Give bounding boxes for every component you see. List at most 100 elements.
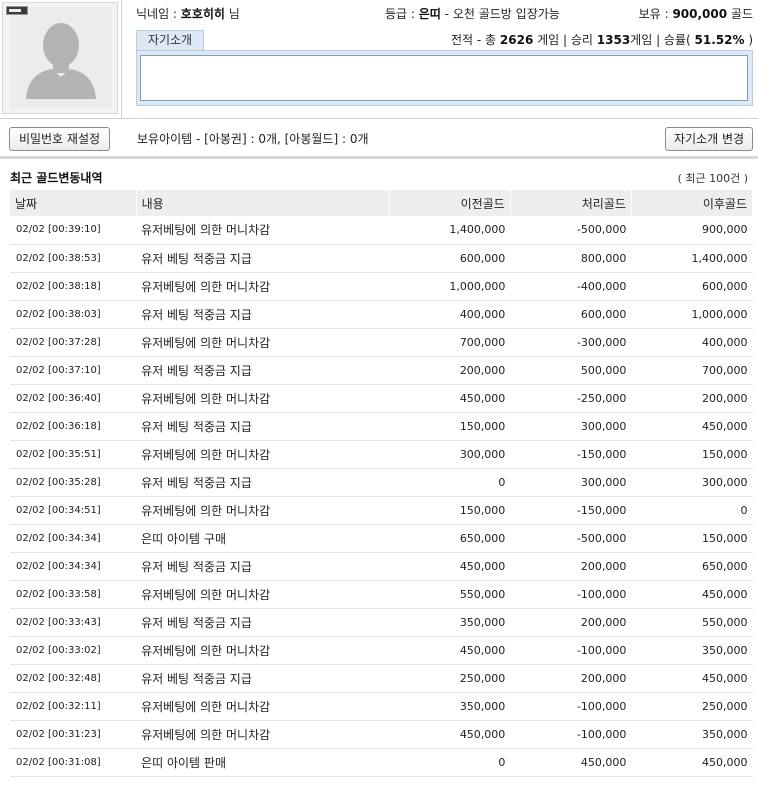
cell-change-gold: -300,000 — [510, 328, 632, 357]
record-total: 2626 — [499, 33, 534, 47]
table-row: 02/02 [00:31:08] 은띠 아이템 판매 0 450,000 450,000 — [10, 748, 753, 777]
cell-before-gold: 450,000 — [389, 384, 511, 413]
cell-before-gold: 250,000 — [389, 664, 511, 693]
table-row: 02/02 [00:33:43] 유저 베팅 적중금 지급 350,000 200,0… — [10, 608, 753, 637]
column-header-date: 날짜 — [10, 190, 137, 216]
cell-content: 유저 베팅 적중금 지급 — [136, 608, 390, 637]
history-count: ( 최근 100건 ) — [677, 172, 748, 185]
table-row: 02/02 [00:38:18] 유저베팅에 의한 머니차감 1,000,000 -4… — [10, 272, 753, 301]
table-row: 02/02 [00:31:23] 유저베팅에 의한 머니차감 450,000 -100… — [10, 720, 753, 749]
cell-after-gold: 250,000 — [631, 692, 753, 721]
grade-label: 등급 : — [385, 7, 419, 21]
cell-before-gold: 700,000 — [389, 328, 511, 357]
cell-date: 02/02 [00:35:28] — [10, 468, 137, 497]
cell-before-gold: 400,000 — [389, 300, 511, 329]
cell-after-gold: 150,000 — [631, 524, 753, 553]
cell-change-gold: -100,000 — [510, 692, 632, 721]
cell-content: 유저 베팅 적중금 지급 — [136, 356, 390, 385]
cell-before-gold: 600,000 — [389, 244, 511, 273]
cell-change-gold: -500,000 — [510, 524, 632, 553]
table-row: 02/02 [00:34:51] 유저베팅에 의한 머니차감 150,000 -150… — [10, 496, 753, 525]
cell-after-gold: 1,000,000 — [631, 300, 753, 329]
cell-content: 유저베팅에 의한 머니차감 — [136, 216, 390, 245]
cell-after-gold: 650,000 — [631, 552, 753, 581]
cell-before-gold: 0 — [389, 748, 511, 777]
table-row: 02/02 [00:34:34] 유저 베팅 적중금 지급 450,000 200,0… — [10, 552, 753, 581]
record-win-rate: 51.52% — [694, 33, 745, 47]
profile-header: 닉네임 : 호호히히 님 등급 : 은띠 - 오천 골드방 입장가능 보유 : … — [0, 0, 758, 118]
grade-description: - 오천 골드방 입장가능 — [440, 7, 560, 21]
tab-intro[interactable]: 자기소개 — [136, 30, 204, 50]
game-record: 전적 - 총 2626 게임 | 승리 1353게임 | 승률( 51.52% … — [451, 31, 753, 49]
column-header-change-gold: 처리골드 — [510, 190, 632, 216]
change-intro-button[interactable]: 자기소개 변경 — [665, 127, 753, 151]
gold-label: 보유 : — [638, 7, 673, 21]
cell-date: 02/02 [00:31:23] — [10, 720, 137, 749]
cell-date: 02/02 [00:36:18] — [10, 412, 137, 441]
table-body: 02/02 [00:39:10] 유저베팅에 의한 머니차감 1,400,000 -5… — [10, 216, 753, 777]
cell-change-gold: 450,000 — [510, 748, 632, 777]
cell-content: 은띠 아이템 구매 — [136, 524, 390, 553]
table-row: 02/02 [00:33:58] 유저베팅에 의한 머니차감 550,000 -100… — [10, 580, 753, 609]
cell-after-gold: 600,000 — [631, 272, 753, 301]
cell-before-gold: 350,000 — [389, 608, 511, 637]
gold-value: 900,000 — [672, 7, 728, 21]
cell-content: 유저베팅에 의한 머니차감 — [136, 636, 390, 665]
cell-change-gold: 200,000 — [510, 608, 632, 637]
default-user-icon — [10, 7, 112, 109]
cell-before-gold: 350,000 — [389, 692, 511, 721]
cell-before-gold: 200,000 — [389, 356, 511, 385]
nickname-value: 호호히히 — [180, 7, 225, 21]
cell-after-gold: 550,000 — [631, 608, 753, 637]
cell-before-gold: 450,000 — [389, 720, 511, 749]
vertical-divider — [121, 0, 122, 118]
cell-change-gold: -500,000 — [510, 216, 632, 245]
table-row: 02/02 [00:37:28] 유저베팅에 의한 머니차감 700,000 -300… — [10, 328, 753, 357]
cell-change-gold: 200,000 — [510, 664, 632, 693]
intro-textarea[interactable] — [140, 55, 748, 101]
cell-date: 02/02 [00:32:11] — [10, 692, 137, 721]
cell-change-gold: -150,000 — [510, 496, 632, 525]
cell-content: 유저베팅에 의한 머니차감 — [136, 580, 390, 609]
cell-change-gold: 300,000 — [510, 412, 632, 441]
cell-date: 02/02 [00:38:03] — [10, 300, 137, 329]
column-header-after-gold: 이후골드 — [631, 190, 754, 216]
table-row: 02/02 [00:34:34] 은띠 아이템 구매 650,000 -500,000… — [10, 524, 753, 553]
cell-date: 02/02 [00:34:34] — [10, 524, 137, 553]
cell-date: 02/02 [00:35:51] — [10, 440, 137, 469]
history-title: 최근 골드변동내역 — [10, 171, 103, 185]
table-row: 02/02 [00:32:11] 유저베팅에 의한 머니차감 350,000 -100… — [10, 692, 753, 721]
avatar — [10, 7, 112, 109]
record-prefix: 전적 - 총 — [450, 33, 500, 47]
grade-row: 등급 : 은띠 - 오천 골드방 입장가능 — [385, 5, 560, 23]
cell-content: 은띠 아이템 판매 — [136, 748, 390, 777]
cell-change-gold: 300,000 — [510, 468, 632, 497]
cell-before-gold: 650,000 — [389, 524, 511, 553]
record-total-unit: 게임 | 승리 — [533, 33, 597, 47]
nickname-suffix: 님 — [224, 7, 240, 21]
cell-content: 유저 베팅 적중금 지급 — [136, 552, 390, 581]
cell-after-gold: 400,000 — [631, 328, 753, 357]
record-wins: 1353 — [596, 33, 631, 47]
table-row: 02/02 [00:37:10] 유저 베팅 적중금 지급 200,000 500,0… — [10, 356, 753, 385]
cell-before-gold: 1,000,000 — [389, 272, 511, 301]
table-row: 02/02 [00:35:51] 유저베팅에 의한 머니차감 300,000 -150… — [10, 440, 753, 469]
table-row: 02/02 [00:36:18] 유저 베팅 적중금 지급 150,000 300,0… — [10, 412, 753, 441]
nickname-label: 닉네임 : — [136, 7, 181, 21]
cell-date: 02/02 [00:31:08] — [10, 748, 137, 777]
cell-after-gold: 900,000 — [631, 216, 753, 245]
section-divider — [0, 156, 758, 159]
cell-date: 02/02 [00:33:02] — [10, 636, 137, 665]
cell-content: 유저베팅에 의한 머니차감 — [136, 328, 390, 357]
cell-change-gold: 600,000 — [510, 300, 632, 329]
cell-before-gold: 450,000 — [389, 552, 511, 581]
cell-before-gold: 0 — [389, 468, 511, 497]
grade-value: 은띠 — [418, 7, 441, 21]
gold-row: 보유 : 900,000 골드 — [639, 5, 753, 23]
cell-date: 02/02 [00:34:34] — [10, 552, 137, 581]
table-row: 02/02 [00:32:48] 유저 베팅 적중금 지급 250,000 200,0… — [10, 664, 753, 693]
cell-content: 유저 베팅 적중금 지급 — [136, 300, 390, 329]
password-reset-button[interactable]: 비밀번호 재설정 — [9, 127, 110, 151]
cell-after-gold: 350,000 — [631, 636, 753, 665]
cell-content: 유저 베팅 적중금 지급 — [136, 244, 390, 273]
